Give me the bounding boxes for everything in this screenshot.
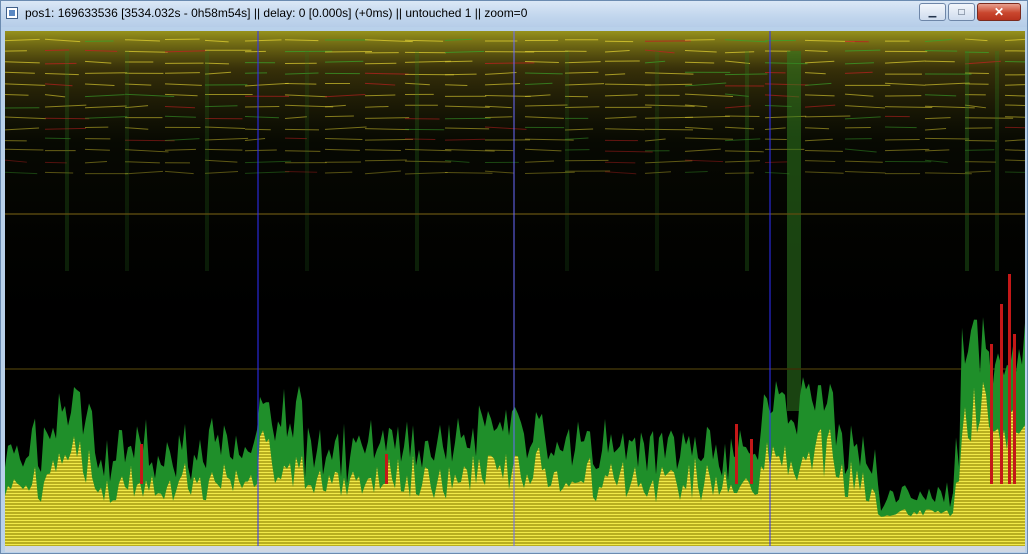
harmonic-line (5, 94, 29, 96)
vertical-streak (125, 51, 129, 271)
harmonic-line (1004, 60, 1025, 63)
vertical-streak (415, 51, 419, 271)
harmonic-line (924, 137, 970, 140)
spectrogram-svg (5, 31, 1025, 546)
vertical-streak (65, 51, 69, 271)
spectrogram-upper-band (5, 31, 1025, 351)
window-controls: ▁ □ ✕ (917, 3, 1021, 21)
harmonic-line (764, 161, 788, 163)
close-button[interactable]: ✕ (977, 3, 1021, 21)
harmonic-line (364, 149, 401, 151)
red-spike (735, 424, 738, 484)
harmonic-line (404, 138, 436, 140)
app-window: pos1: 169633536 [3534.032s - 0h58m54s] |… (0, 0, 1028, 554)
harmonic-line (284, 128, 320, 131)
harmonic-line (444, 73, 477, 76)
red-spike (990, 344, 993, 484)
vertical-streak (305, 51, 309, 271)
vertical-streak (205, 51, 209, 271)
harmonic-line (484, 62, 535, 64)
spectrogram-canvas[interactable] (5, 31, 1025, 551)
harmonic-line (964, 161, 996, 163)
harmonic-line (84, 72, 128, 74)
red-spike (1008, 274, 1011, 484)
vertical-streak (745, 51, 749, 271)
vertical-streak (655, 51, 659, 271)
red-spike (1000, 304, 1003, 484)
minimize-button[interactable]: ▁ (919, 3, 946, 21)
harmonic-line (244, 149, 277, 152)
vertical-streak (565, 51, 569, 271)
harmonic-line (284, 150, 321, 152)
harmonic-line (924, 60, 955, 63)
harmonic-line (284, 82, 317, 85)
red-spike (1013, 334, 1016, 484)
bottom-border (5, 546, 1025, 552)
harmonic-line (284, 137, 307, 140)
harmonic-line (44, 161, 67, 164)
maximize-button[interactable]: □ (948, 3, 975, 21)
app-icon (6, 7, 18, 19)
harmonic-line (604, 161, 636, 164)
vertical-streak (995, 51, 999, 271)
harmonic-line (444, 60, 473, 63)
harmonic-line (444, 84, 468, 87)
vertical-streak (787, 51, 801, 411)
harmonic-line (164, 72, 200, 74)
harmonic-line (684, 61, 715, 64)
red-spike (385, 454, 388, 484)
window-title: pos1: 169633536 [3534.032s - 0h58m54s] |… (25, 6, 528, 20)
harmonic-line (364, 62, 397, 65)
harmonic-line (964, 117, 1014, 119)
harmonic-line (924, 50, 958, 52)
vertical-streak (965, 51, 969, 271)
red-spike (140, 444, 143, 484)
red-spike (750, 439, 753, 484)
harmonic-line (964, 139, 997, 142)
title-bar[interactable]: pos1: 169633536 [3534.032s - 0h58m54s] |… (1, 1, 1027, 27)
harmonic-line (324, 115, 354, 118)
harmonic-line (884, 126, 917, 129)
